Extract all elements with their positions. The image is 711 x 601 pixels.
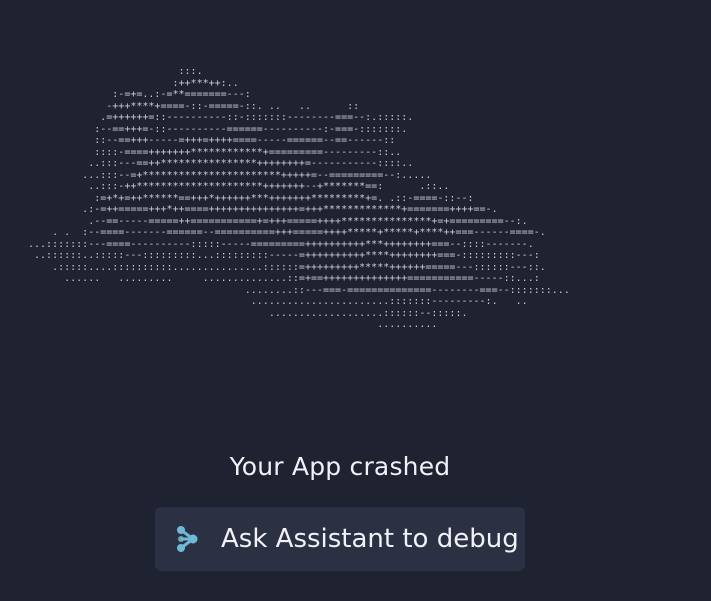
crash-message: Your App crashed xyxy=(229,452,451,481)
ask-assistant-debug-button[interactable]: Ask Assistant to debug xyxy=(155,507,525,571)
ask-assistant-debug-label: Ask Assistant to debug xyxy=(221,524,519,554)
assistant-icon xyxy=(175,524,201,554)
crash-ascii-art: :::. :++***++:.. :-=+=..:-=**=======---:… xyxy=(28,66,570,330)
